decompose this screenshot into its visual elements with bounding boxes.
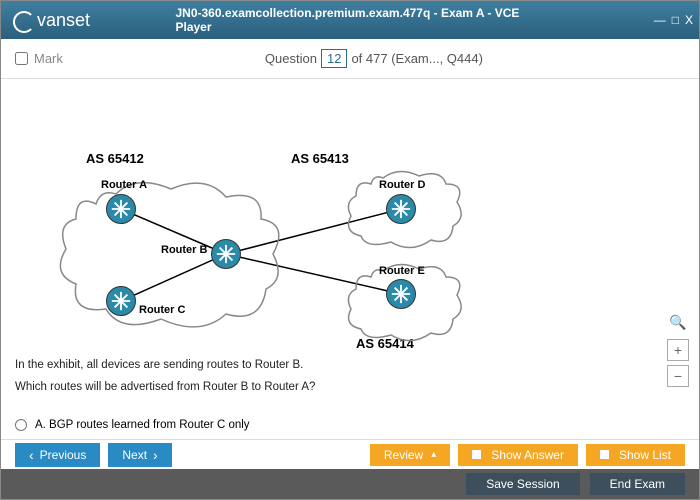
save-session-button[interactable]: Save Session <box>466 473 579 495</box>
question-line-1: In the exhibit, all devices are sending … <box>15 355 315 377</box>
router-b-icon <box>211 239 241 269</box>
network-diagram: AS 65412 AS 65413 AS 65414 Router A Rout… <box>1 79 531 339</box>
window-controls: — □ X <box>654 13 693 27</box>
question-line-2: Which routes will be advertised from Rou… <box>15 377 315 399</box>
router-c-label: Router C <box>139 304 185 316</box>
previous-button[interactable]: Previous <box>15 443 100 467</box>
mark-label: Mark <box>34 51 63 66</box>
brand-logo: vanset <box>13 9 90 31</box>
brand-text: vanset <box>37 10 90 31</box>
nav-footer: Previous Next Review Show Answer Show Li… <box>1 439 699 469</box>
zoom-out-button[interactable]: − <box>667 365 689 387</box>
router-e-icon <box>386 279 416 309</box>
answer-text-a: A. BGP routes learned from Router C only <box>35 419 250 431</box>
mark-input[interactable] <box>15 52 28 65</box>
end-exam-button[interactable]: End Exam <box>590 473 685 495</box>
question-word: Question <box>265 51 317 66</box>
maximize-icon[interactable]: □ <box>672 13 679 27</box>
show-list-button[interactable]: Show List <box>586 444 685 466</box>
next-button[interactable]: Next <box>108 443 171 467</box>
router-b-label: Router B <box>161 244 207 256</box>
router-c-icon <box>106 286 136 316</box>
router-a-icon <box>106 194 136 224</box>
answer-option-a[interactable]: A. BGP routes learned from Router C only <box>15 419 250 431</box>
review-button[interactable]: Review <box>370 444 450 466</box>
zoom-controls: 🔍 + − <box>667 314 689 387</box>
as-label-1: AS 65412 <box>86 151 144 166</box>
router-a-label: Router A <box>101 179 147 191</box>
router-d-icon <box>386 194 416 224</box>
router-d-label: Router D <box>379 179 425 191</box>
question-number: 12 <box>321 49 347 68</box>
answer-radio-a[interactable] <box>15 419 27 431</box>
content-area: AS 65412 AS 65413 AS 65414 Router A Rout… <box>1 79 699 439</box>
question-text: In the exhibit, all devices are sending … <box>15 355 315 399</box>
question-of: of 477 (Exam..., Q444) <box>351 51 483 66</box>
close-icon[interactable]: X <box>685 13 693 27</box>
minimize-icon[interactable]: — <box>654 13 666 27</box>
question-info: Question 12 of 477 (Exam..., Q444) <box>265 49 483 68</box>
show-answer-button[interactable]: Show Answer <box>458 444 578 466</box>
title-bar: vanset JN0-360.examcollection.premium.ex… <box>1 1 699 39</box>
question-bar: Mark Question 12 of 477 (Exam..., Q444) <box>1 39 699 79</box>
window-title: JN0-360.examcollection.premium.exam.477q… <box>176 6 525 34</box>
bottom-footer: Save Session End Exam <box>1 469 699 499</box>
mark-checkbox[interactable]: Mark <box>15 51 63 66</box>
router-e-label: Router E <box>379 265 425 277</box>
magnifier-icon[interactable]: 🔍 <box>669 314 686 331</box>
zoom-in-button[interactable]: + <box>667 339 689 361</box>
